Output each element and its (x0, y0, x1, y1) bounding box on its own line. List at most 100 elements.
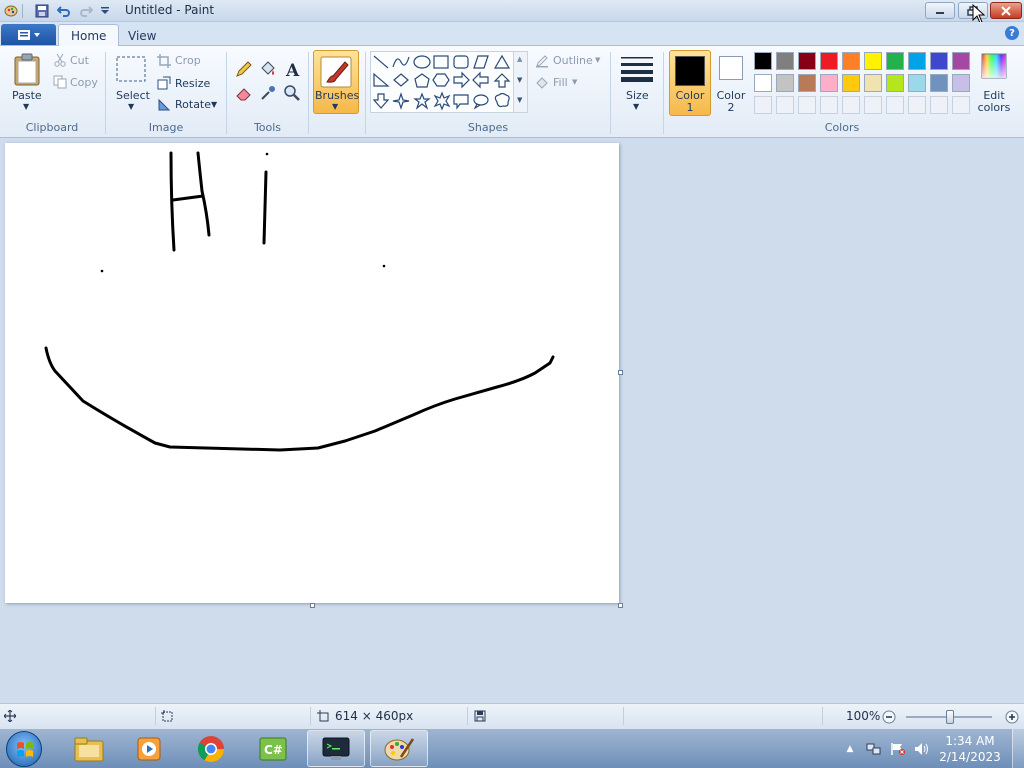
custom-color-slot[interactable] (776, 96, 794, 114)
zoom-out-button[interactable] (881, 709, 897, 725)
palette-swatch[interactable] (886, 74, 904, 92)
close-icon (1001, 5, 1011, 16)
fill-tool[interactable] (257, 58, 279, 80)
outline-button[interactable]: Outline (553, 54, 593, 67)
size-button[interactable] (619, 54, 655, 84)
shapes-gallery[interactable]: ▲ ▼ ▼ (370, 51, 528, 113)
palette-swatch[interactable] (776, 52, 794, 70)
shapes-scroll[interactable]: ▲ ▼ ▼ (513, 52, 527, 112)
customize-quick-access-icon[interactable] (98, 2, 112, 20)
brushes-dropdown-icon[interactable]: ▼ (332, 102, 338, 111)
window-title: Untitled - Paint (125, 3, 215, 17)
outline-dropdown-icon[interactable]: ▼ (595, 56, 600, 64)
fill-dropdown-icon[interactable]: ▼ (572, 78, 577, 86)
resize-handle-bottom[interactable] (310, 603, 315, 608)
taskbar-media-player[interactable] (120, 730, 178, 767)
gallery-expand-icon[interactable]: ▼ (517, 96, 522, 104)
palette-swatch[interactable] (886, 52, 904, 70)
taskbar-clock[interactable]: 1:34 AM 2/14/2023 (935, 733, 1005, 765)
show-hidden-icons[interactable]: ▲ (843, 729, 857, 768)
scroll-up-icon[interactable]: ▲ (517, 55, 522, 63)
palette-swatch[interactable] (930, 52, 948, 70)
drawing-canvas[interactable] (5, 143, 619, 603)
custom-color-slot[interactable] (952, 96, 970, 114)
taskbar-chrome[interactable] (182, 730, 240, 767)
stroke-h-left (169, 151, 176, 252)
tab-view[interactable]: View (116, 24, 168, 47)
close-button[interactable] (990, 2, 1022, 19)
network-icon[interactable] (864, 729, 884, 768)
palette-swatch[interactable] (798, 74, 816, 92)
help-icon[interactable]: ? (1005, 26, 1019, 40)
taskbar-csharp-app[interactable]: C# (244, 730, 302, 767)
paint-app-icon[interactable] (3, 2, 19, 20)
paste-dropdown-icon[interactable]: ▼ (23, 102, 29, 111)
custom-color-slot[interactable] (930, 96, 948, 114)
crop-button[interactable]: Crop (175, 54, 201, 67)
select-dropdown-icon[interactable]: ▼ (128, 102, 134, 111)
palette-swatch[interactable] (864, 52, 882, 70)
palette-swatch[interactable] (798, 52, 816, 70)
edit-colors-button[interactable] (980, 52, 1008, 80)
paint-menu-button[interactable] (1, 24, 56, 45)
taskbar-file-explorer[interactable] (60, 730, 118, 767)
size-dropdown-icon[interactable]: ▼ (633, 102, 639, 111)
palette-swatch[interactable] (842, 52, 860, 70)
palette-swatch[interactable] (864, 74, 882, 92)
palette-swatch[interactable] (908, 52, 926, 70)
undo-icon[interactable] (56, 2, 72, 20)
palette-swatch[interactable] (952, 52, 970, 70)
resize-handle-right[interactable] (618, 370, 623, 375)
stroke-h-right (196, 151, 211, 237)
zoom-in-button[interactable] (1004, 709, 1020, 725)
resize-handle-corner[interactable] (618, 603, 623, 608)
show-desktop-button[interactable] (1012, 729, 1024, 768)
tab-home[interactable]: Home (58, 24, 120, 47)
palette-swatch[interactable] (820, 52, 838, 70)
palette-swatch[interactable] (952, 74, 970, 92)
taskbar-terminal-app[interactable] (307, 730, 365, 767)
palette-swatch[interactable] (754, 52, 772, 70)
palette-swatch[interactable] (776, 74, 794, 92)
palette-swatch[interactable] (842, 74, 860, 92)
text-tool[interactable]: A (281, 58, 303, 80)
shapes-gallery-icons (372, 54, 511, 111)
palette-swatch[interactable] (820, 74, 838, 92)
image-dimensions: 614 × 460px (335, 709, 414, 723)
save-icon[interactable] (34, 2, 50, 20)
group-separator (610, 52, 611, 134)
minimize-button[interactable] (925, 2, 955, 19)
palette-swatch[interactable] (930, 74, 948, 92)
select-button[interactable] (116, 55, 146, 83)
color2-button[interactable] (719, 56, 743, 80)
pencil-tool[interactable] (233, 58, 255, 80)
eraser-tool[interactable] (233, 82, 255, 104)
line-width-icon (621, 57, 653, 82)
redo-icon[interactable] (78, 2, 94, 20)
scroll-down-icon[interactable]: ▼ (517, 76, 522, 84)
custom-color-slot[interactable] (798, 96, 816, 114)
custom-color-slot[interactable] (864, 96, 882, 114)
volume-icon[interactable] (912, 729, 932, 768)
custom-color-slot[interactable] (842, 96, 860, 114)
color-picker-tool[interactable] (257, 82, 279, 104)
magnifier-tool[interactable] (281, 82, 303, 104)
palette-swatch[interactable] (754, 74, 772, 92)
taskbar-paint[interactable] (370, 730, 428, 767)
palette-swatch[interactable] (908, 74, 926, 92)
action-center-icon[interactable] (888, 729, 908, 768)
resize-button[interactable]: Resize (175, 77, 210, 90)
copy-button[interactable]: Copy (70, 76, 98, 89)
rotate-dropdown-icon[interactable]: ▼ (211, 100, 217, 109)
custom-color-slot[interactable] (754, 96, 772, 114)
rotate-button[interactable]: Rotate (175, 98, 211, 111)
canvas-workspace[interactable] (0, 138, 1024, 703)
fill-button[interactable]: Fill (553, 76, 568, 89)
custom-color-slot[interactable] (886, 96, 904, 114)
cut-button[interactable]: Cut (70, 54, 89, 67)
start-button[interactable] (6, 731, 42, 767)
zoom-slider-thumb[interactable] (946, 710, 954, 724)
custom-color-slot[interactable] (820, 96, 838, 114)
paste-button[interactable] (12, 52, 42, 88)
custom-color-slot[interactable] (908, 96, 926, 114)
